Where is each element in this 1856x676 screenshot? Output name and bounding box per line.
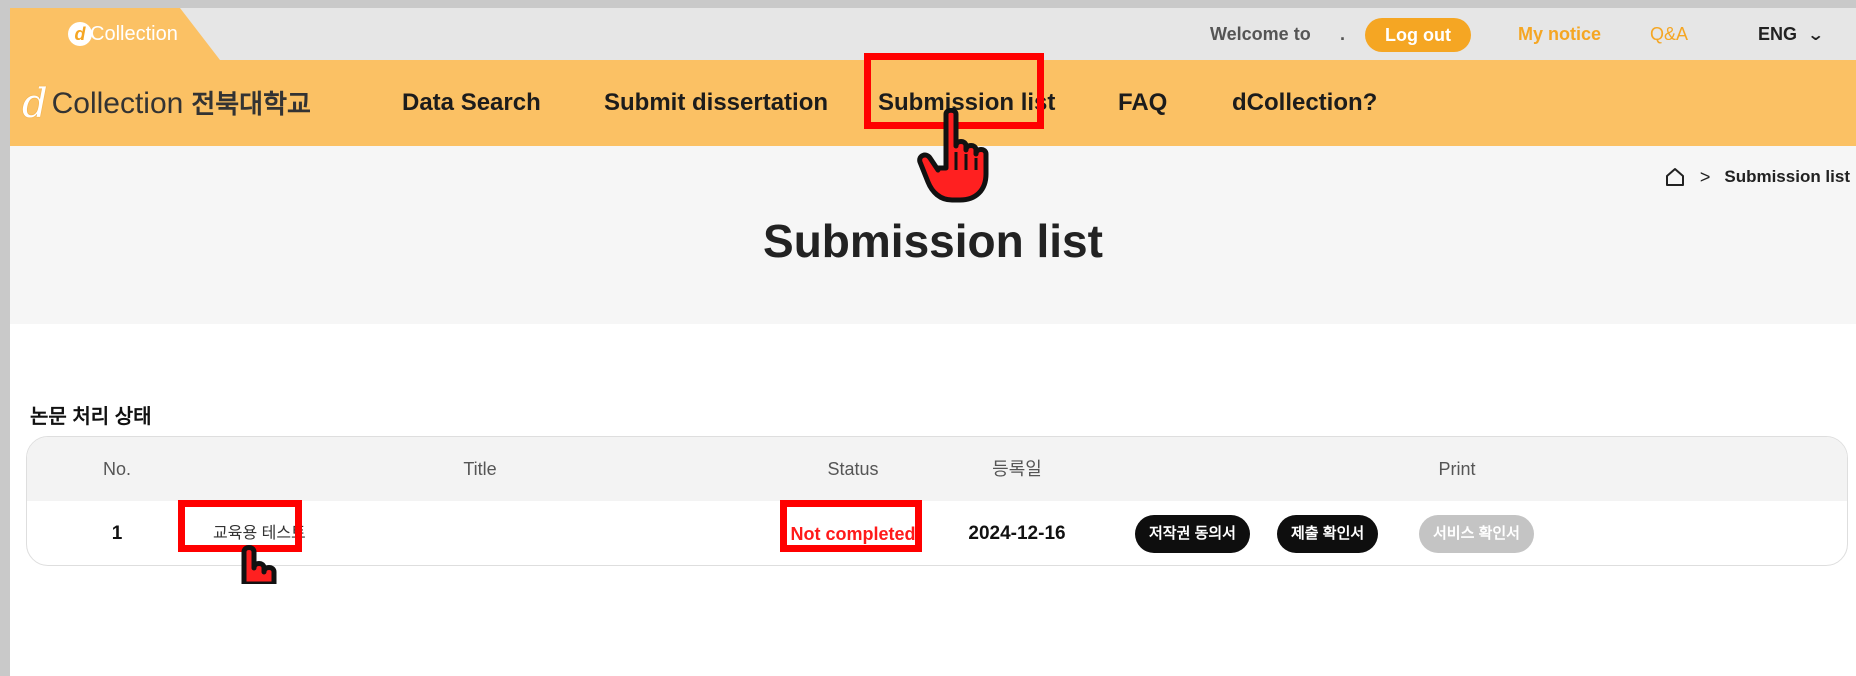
home-icon[interactable] — [1664, 166, 1686, 188]
logo-university: 전북대학교 — [191, 89, 311, 119]
breadcrumb-separator: > — [1699, 166, 1711, 187]
chevron-down-icon: ⌄ — [1807, 27, 1825, 44]
highlight-row-status — [780, 500, 922, 552]
nav-submit-dissertation[interactable]: Submit dissertation — [604, 60, 828, 146]
header-title: Title — [463, 459, 497, 479]
page-title: Submission list — [763, 215, 1103, 267]
table-header: No. Title Status 등록일 Print — [27, 437, 1847, 501]
language-label: ENG — [1758, 24, 1798, 44]
row-no: 1 — [111, 523, 123, 544]
brand-tab[interactable]: d Collection — [10, 8, 250, 60]
print-submission-confirmation-button[interactable]: 제출 확인서 — [1277, 515, 1379, 553]
my-notice-link[interactable]: My notice — [1518, 8, 1601, 60]
pointer-hand-icon — [917, 108, 989, 203]
row-date: 2024-12-16 — [968, 523, 1066, 544]
header-date: 등록일 — [992, 459, 1042, 479]
logo-d-icon: d — [22, 81, 48, 127]
brand-label: Collection — [90, 23, 178, 45]
browser-page: d Collection Welcome to . Log out My not… — [10, 8, 1856, 676]
print-copyright-agreement-button[interactable]: 저작권 동의서 — [1135, 515, 1250, 553]
welcome-text: Welcome to — [1210, 24, 1311, 44]
header-print: Print — [1438, 459, 1476, 479]
header-no: No. — [102, 459, 131, 479]
breadcrumb-current: Submission list — [1724, 167, 1850, 186]
nav-dcollection-about[interactable]: dCollection? — [1232, 60, 1377, 146]
logo-text: Collection — [51, 87, 184, 120]
site-logo[interactable]: d Collection 전북대학교 — [22, 84, 311, 124]
language-selector[interactable]: ENG ⌄ — [1758, 8, 1825, 60]
breadcrumb: > Submission list — [1664, 166, 1850, 188]
header-status: Status — [827, 459, 879, 479]
qa-link[interactable]: Q&A — [1650, 8, 1688, 60]
nav-data-search[interactable]: Data Search — [402, 60, 541, 146]
brand-logo-icon: d — [68, 22, 92, 46]
section-title: 논문 처리 상태 — [30, 406, 152, 428]
welcome-user: . — [1340, 24, 1346, 44]
nav-faq[interactable]: FAQ — [1118, 60, 1167, 146]
logout-button[interactable]: Log out — [1365, 18, 1471, 52]
print-service-confirmation-button: 서비스 확인서 — [1419, 515, 1534, 553]
pointer-hand-icon-title — [241, 545, 277, 584]
